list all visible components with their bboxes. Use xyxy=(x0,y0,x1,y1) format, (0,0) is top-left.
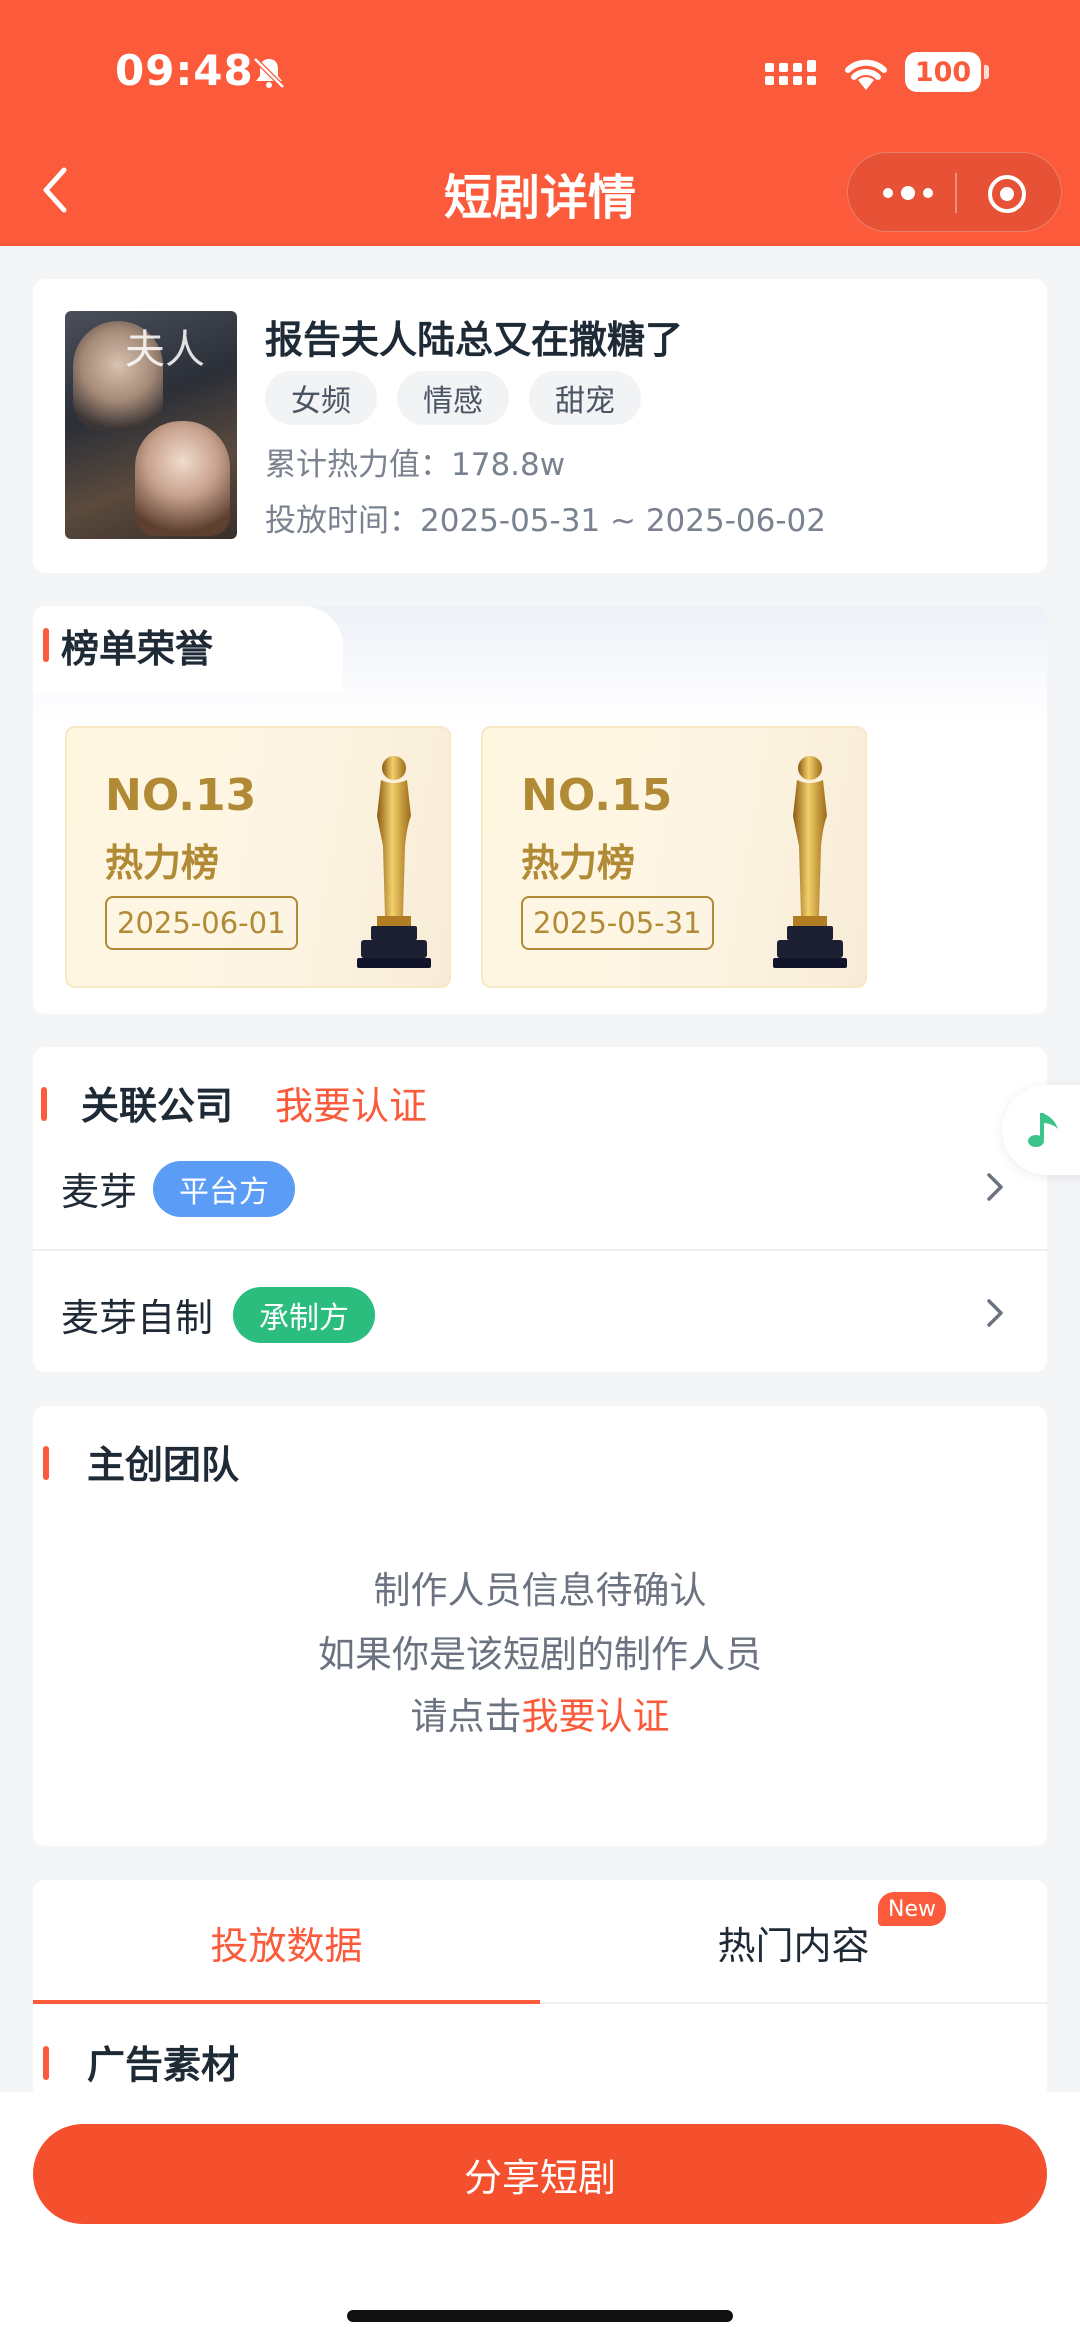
drama-poster[interactable]: 夫人 xyxy=(65,311,237,539)
header-bar: 09:48 100 短剧详情 xyxy=(0,0,1080,246)
release-period: 投放时间：2025-05-31 ~ 2025-06-02 xyxy=(265,503,826,539)
tag: 甜宠 xyxy=(529,371,641,425)
section-marker xyxy=(43,1446,49,1480)
music-note-icon xyxy=(1028,1113,1058,1147)
team-message: 制作人员信息待确认 xyxy=(373,1569,707,1612)
trophy-icon xyxy=(773,756,847,968)
team-message: 如果你是该短剧的制作人员 xyxy=(318,1633,762,1676)
home-indicator xyxy=(347,2310,733,2322)
share-button[interactable]: 分享短剧 xyxy=(33,2124,1047,2224)
heat-value: 累计热力值：178.8w xyxy=(265,447,566,483)
tab-hot-content[interactable]: 热门内容 xyxy=(540,1880,1047,2004)
honors-title: 榜单荣誉 xyxy=(61,627,214,671)
company-name: 麦芽 xyxy=(61,1170,138,1214)
award-board: 热力榜 xyxy=(105,841,220,885)
team-title: 主创团队 xyxy=(87,1443,240,1487)
honors-card: 榜单荣誉 NO.13 热力榜 2025-06-01 NO.15 热力榜 2025… xyxy=(33,606,1047,1014)
company-title: 关联公司 xyxy=(81,1084,234,1128)
bell-muted-icon xyxy=(253,57,285,89)
certify-link[interactable]: 我要认证 xyxy=(275,1075,427,1130)
award-date: 2025-05-31 xyxy=(521,896,714,950)
mini-program-capsule xyxy=(847,152,1062,232)
status-time: 09:48 xyxy=(115,46,254,95)
award-date: 2025-06-01 xyxy=(105,896,298,950)
more-dots-icon[interactable] xyxy=(878,177,938,209)
ad-material-title: 广告素材 xyxy=(87,2043,240,2087)
award-board: 热力榜 xyxy=(521,841,636,885)
award-card: NO.15 热力榜 2025-05-31 xyxy=(481,726,867,988)
trophy-icon xyxy=(357,756,431,968)
team-message: 请点击我要认证 xyxy=(33,1686,1047,1740)
company-row[interactable]: 麦芽 平台方 xyxy=(33,1123,1047,1249)
role-badge-producer: 承制方 xyxy=(233,1287,375,1343)
battery-icon: 100 xyxy=(905,52,989,92)
bottom-bar: 分享短剧 xyxy=(0,2092,1080,2341)
award-rank: NO.13 xyxy=(105,770,257,821)
section-marker xyxy=(43,628,49,662)
company-card: 关联公司 我要认证 麦芽 平台方 麦芽自制 承制方 xyxy=(33,1047,1047,1372)
drama-title: 报告夫人陆总又在撒糖了 xyxy=(265,318,684,362)
tag: 情感 xyxy=(397,371,509,425)
award-rank: NO.15 xyxy=(521,770,673,821)
company-name: 麦芽自制 xyxy=(61,1296,214,1340)
role-badge-platform: 平台方 xyxy=(153,1161,295,1217)
section-marker xyxy=(41,1087,47,1121)
chevron-right-icon xyxy=(987,1299,1003,1327)
team-certify-link[interactable]: 我要认证 xyxy=(522,1695,670,1738)
team-card: 主创团队 制作人员信息待确认 如果你是该短剧的制作人员 请点击我要认证 xyxy=(33,1406,1047,1846)
tab-delivery-data[interactable]: 投放数据 xyxy=(33,1880,540,2004)
battery-level: 100 xyxy=(905,52,981,92)
wifi-icon xyxy=(845,59,887,90)
tag: 女频 xyxy=(265,371,377,425)
new-badge: New xyxy=(878,1892,946,1926)
team-message-prefix: 请点击 xyxy=(410,1695,522,1738)
signal-icon xyxy=(765,60,816,85)
award-card: NO.13 热力榜 2025-06-01 xyxy=(65,726,451,988)
active-tab-indicator xyxy=(33,2000,540,2004)
chevron-right-icon xyxy=(987,1173,1003,1201)
drama-info-card: 夫人 报告夫人陆总又在撒糖了 女频 情感 甜宠 累计热力值：178.8w 投放时… xyxy=(33,279,1047,573)
drama-tags: 女频 情感 甜宠 xyxy=(265,371,641,425)
company-row[interactable]: 麦芽自制 承制方 xyxy=(33,1249,1047,1375)
close-circle-icon[interactable] xyxy=(986,173,1028,215)
section-marker xyxy=(43,2046,49,2080)
